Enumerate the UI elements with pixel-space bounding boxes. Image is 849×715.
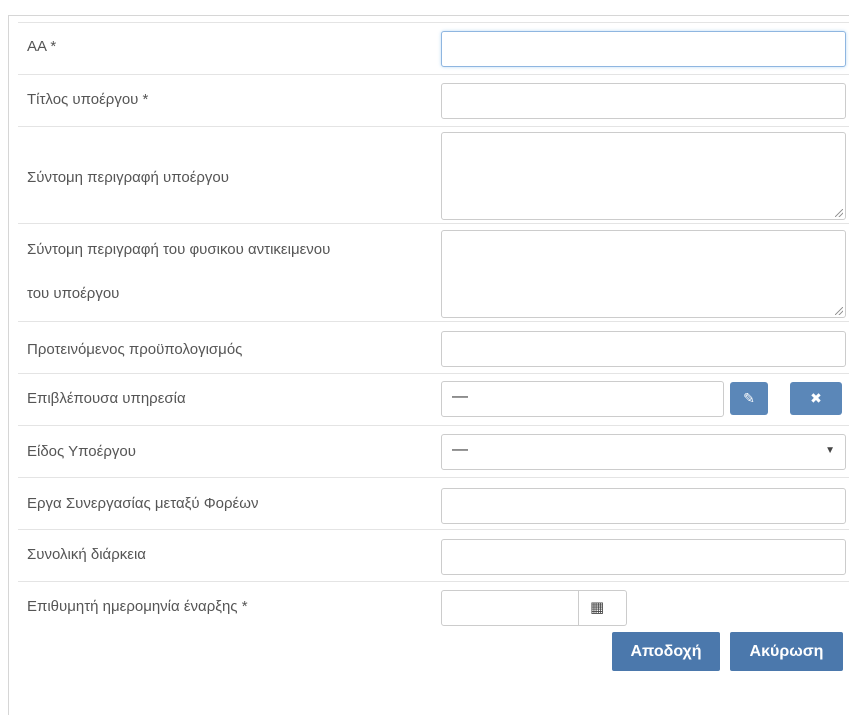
label-start-date: Επιθυμητή ημερομηνία έναρξης * [27, 598, 248, 615]
form-row-aa: ΑΑ * [18, 22, 849, 74]
caret-down-icon: ▼ [825, 445, 835, 456]
form-row-supervising-service: Επιβλέπουσα υπηρεσία — ✎ ✖ [18, 373, 849, 425]
form-row-budget: Προτεινόμενος προϋπολογισμός [18, 321, 849, 373]
physical-object-textarea[interactable] [441, 230, 846, 318]
pencil-icon: ✎ [743, 390, 755, 406]
label-duration: Συνολική διάρκεια [27, 546, 146, 563]
start-date-input[interactable]: ▦ [441, 590, 627, 626]
label-physical-object-line1: Σύντομη περιγραφή του φυσικου αντικειμεν… [27, 241, 331, 258]
resize-grip-icon[interactable] [835, 209, 843, 217]
label-cooperation: Εργα Συνεργασίας μεταξύ Φορέων [27, 495, 259, 512]
label-short-description: Σύντομη περιγραφή υποέργου [27, 169, 229, 186]
form-row-subproject-type: Είδος Υποέργου — ▼ [18, 425, 849, 477]
cancel-button[interactable]: Ακύρωση [730, 632, 843, 671]
label-budget: Προτεινόμενος προϋπολογισμός [27, 341, 243, 358]
subproject-type-select[interactable]: — ▼ [441, 434, 846, 470]
resize-grip-icon[interactable] [835, 307, 843, 315]
label-title: Τίτλος υποέργου * [27, 91, 149, 108]
duration-input[interactable] [441, 539, 846, 575]
edit-service-button[interactable]: ✎ [730, 382, 768, 415]
form-row-short-description: Σύντομη περιγραφή υποέργου [18, 126, 849, 223]
aa-input[interactable] [441, 31, 846, 67]
form-row-physical-object: Σύντομη περιγραφή του φυσικου αντικειμεν… [18, 223, 849, 321]
accept-button[interactable]: Αποδοχή [612, 632, 720, 671]
form-row-cooperation: Εργα Συνεργασίας μεταξύ Φορέων [18, 477, 849, 529]
budget-input[interactable] [441, 331, 846, 367]
short-description-textarea[interactable] [441, 132, 846, 220]
form-row-start-date: Επιθυμητή ημερομηνία έναρξης * ▦ [18, 581, 849, 632]
label-subproject-type: Είδος Υποέργου [27, 443, 136, 460]
clear-service-button[interactable]: ✖ [790, 382, 842, 415]
label-aa: ΑΑ * [27, 38, 57, 55]
close-icon: ✖ [810, 390, 822, 406]
supervising-service-field[interactable]: — [441, 381, 724, 417]
calendar-icon[interactable]: ▦ [590, 598, 604, 616]
form-row-title: Τίτλος υποέργου * [18, 74, 849, 126]
title-input[interactable] [441, 83, 846, 119]
label-physical-object-line2: του υποέργου [27, 285, 120, 302]
cooperation-input[interactable] [441, 488, 846, 524]
form-row-duration: Συνολική διάρκεια [18, 529, 849, 581]
label-supervising-service: Επιβλέπουσα υπηρεσία [27, 390, 186, 407]
